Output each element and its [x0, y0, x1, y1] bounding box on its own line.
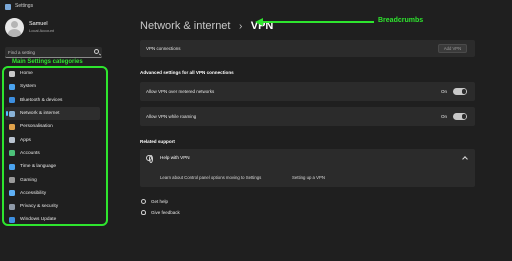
title-bar: Settings	[0, 0, 512, 14]
help-link-setting-up-vpn[interactable]: Setting up a VPN	[292, 175, 325, 180]
help-icon	[141, 199, 146, 204]
metered-setting-label: Allow VPN over metered networks	[146, 89, 215, 94]
globe-icon	[146, 155, 153, 163]
sidebar-item-label: Windows Update	[20, 217, 57, 223]
roaming-toggle-state: On	[440, 113, 447, 119]
sidebar-item-gaming[interactable]: Gaming	[5, 173, 100, 186]
sidebar-item-system[interactable]: System	[5, 80, 100, 93]
home-icon	[9, 70, 15, 77]
sidebar-item-label: Privacy & security	[20, 204, 59, 210]
person-icon	[9, 150, 15, 157]
update-icon	[9, 216, 15, 223]
sidebar-item-label: Apps	[20, 137, 31, 143]
metered-toggle-group: On	[441, 88, 467, 95]
sidebar-item-label: System	[20, 84, 36, 90]
metered-toggle[interactable]	[453, 88, 467, 95]
sidebar-item-label: Accessibility	[20, 190, 47, 196]
feedback-icon	[141, 210, 146, 215]
breadcrumb-separator: ›	[238, 21, 243, 32]
sidebar-item-bluetooth-devices[interactable]: Bluetooth & devices	[5, 94, 100, 107]
bluetooth-icon	[9, 97, 15, 104]
annotation-breadcrumbs-label: Breadcrumbs	[378, 17, 424, 24]
metered-setting-row[interactable]: Allow VPN over metered networks On	[140, 82, 475, 101]
shield-icon	[9, 203, 15, 210]
settings-app-icon	[5, 4, 11, 10]
sidebar-item-network-internet[interactable]: Network & internet	[5, 106, 100, 121]
breadcrumb: Network & internet › VPN	[140, 16, 273, 34]
breadcrumb-parent[interactable]: Network & internet	[140, 20, 230, 32]
user-name: Samuel	[29, 21, 48, 27]
roaming-toggle-group: On	[441, 113, 467, 120]
wifi-icon	[9, 110, 15, 117]
brush-icon	[9, 123, 15, 130]
roaming-setting-label: Allow VPN while roaming	[146, 114, 197, 119]
sidebar-item-label: Gaming	[20, 177, 37, 183]
apps-icon	[9, 137, 15, 144]
vpn-connections-label: VPN connections	[146, 46, 181, 51]
sidebar-item-personalisation[interactable]: Personalisation	[5, 120, 100, 133]
window-title: Settings	[15, 3, 34, 9]
vpn-connections-card: VPN connections Add VPN	[140, 40, 475, 57]
sidebar-item-label: Home	[20, 71, 33, 77]
sidebar-item-accessibility[interactable]: Accessibility	[5, 187, 100, 200]
help-with-vpn-title: Help with VPN	[160, 155, 190, 160]
globe-clock-icon	[9, 163, 15, 170]
add-vpn-button[interactable]: Add VPN	[438, 44, 467, 53]
search-box[interactable]	[5, 47, 102, 58]
help-with-vpn-header[interactable]: Help with VPN	[140, 149, 475, 167]
search-input[interactable]	[8, 47, 90, 57]
sidebar-item-label: Network & internet	[20, 111, 60, 117]
sidebar-item-label: Personalisation	[20, 124, 53, 130]
annotation-arrow	[258, 21, 374, 23]
accessibility-icon	[9, 190, 15, 197]
chevron-up-icon[interactable]	[462, 156, 468, 162]
get-help-link[interactable]: Get help	[141, 199, 168, 204]
sidebar-item-home[interactable]: Home	[5, 67, 100, 80]
help-link-control-panel[interactable]: Learn about Control panel options moving…	[160, 175, 261, 180]
sidebar-item-label: Accounts	[20, 150, 40, 156]
roaming-toggle[interactable]	[453, 113, 467, 120]
account-type: Local Account	[29, 28, 54, 33]
sidebar-item-accounts[interactable]: Accounts	[5, 147, 100, 160]
sidebar-item-windows-update[interactable]: Windows Update	[5, 213, 100, 226]
roaming-setting-row[interactable]: Allow VPN while roaming On	[140, 107, 475, 126]
monitor-icon	[9, 83, 15, 90]
related-support-title: Related support	[140, 139, 175, 144]
gamepad-icon	[9, 177, 15, 184]
give-feedback-label: Give feedback	[151, 210, 180, 215]
sidebar-item-privacy-security[interactable]: Privacy & security	[5, 200, 100, 213]
sidebar-item-apps[interactable]: Apps	[5, 133, 100, 146]
metered-toggle-state: On	[440, 88, 447, 94]
annotation-categories-label: Main Settings categories	[12, 59, 83, 65]
advanced-settings-title: Advanced settings for all VPN connection…	[140, 70, 234, 75]
sidebar-item-label: Time & language	[20, 164, 57, 170]
sidebar-nav: Home System Bluetooth & devices Network & i…	[5, 67, 100, 227]
get-help-label: Get help	[151, 199, 169, 204]
sidebar-item-time-language[interactable]: Time & language	[5, 160, 100, 173]
search-icon[interactable]	[94, 49, 99, 54]
avatar	[5, 18, 24, 37]
give-feedback-link[interactable]: Give feedback	[141, 210, 180, 215]
help-with-vpn-panel: Help with VPN Learn about Control panel …	[140, 149, 475, 187]
sidebar-item-label: Bluetooth & devices	[20, 97, 63, 103]
